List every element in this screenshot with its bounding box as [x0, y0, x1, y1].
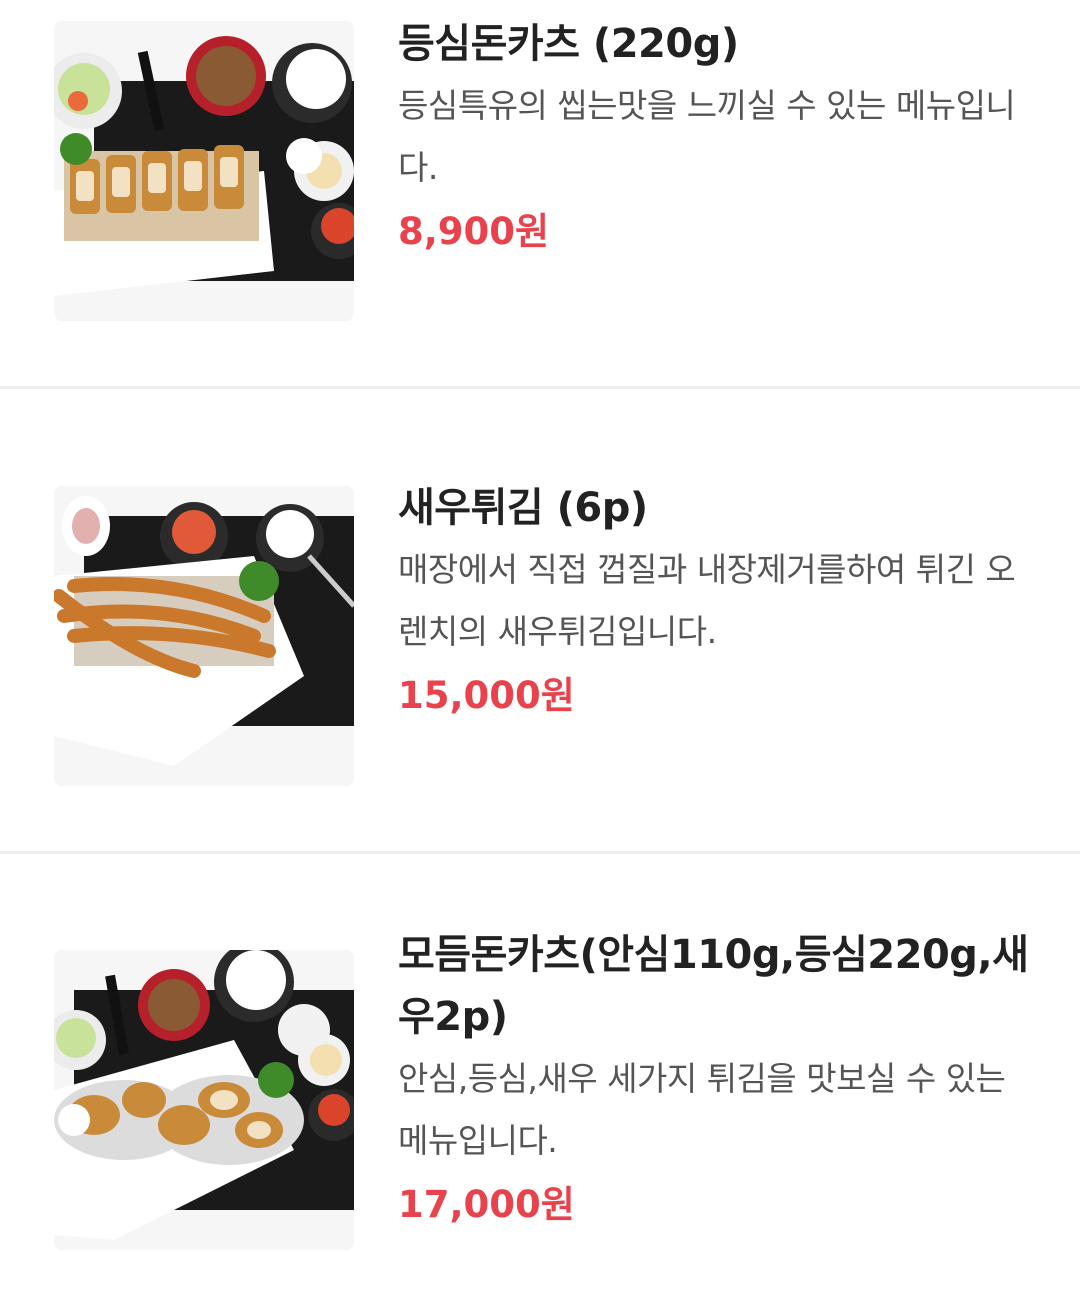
menu-item-price: 8,900원 — [398, 210, 550, 253]
menu-item-price: 15,000원 — [398, 674, 575, 717]
menu-item-price: 17,000원 — [398, 1183, 575, 1226]
fried-shrimp-image[interactable] — [54, 486, 354, 786]
divider — [0, 851, 1080, 854]
menu-item-name: 등심돈카츠 (220g) — [398, 21, 739, 67]
divider — [0, 386, 1080, 389]
menu-item-description: 등심특유의 씹는맛을 느끼실 수 있는 메뉴입니다. — [398, 86, 1016, 187]
assorted-cutlet-set-image[interactable] — [54, 950, 354, 1250]
menu-item-name: 모듬돈카츠(안심110g,등심220g,새우2p) — [398, 932, 1029, 1040]
pork-cutlet-set-image[interactable] — [54, 21, 354, 321]
menu-item-description: 매장에서 직접 껍질과 내장제거를하여 튀긴 오렌치의 새우튀김입니다. — [398, 550, 1016, 651]
menu-item-name: 새우튀김 (6p) — [398, 485, 648, 531]
menu-item-description: 안심,등심,새우 세가지 튀김을 맛보실 수 있는 메뉴입니다. — [398, 1059, 1006, 1160]
